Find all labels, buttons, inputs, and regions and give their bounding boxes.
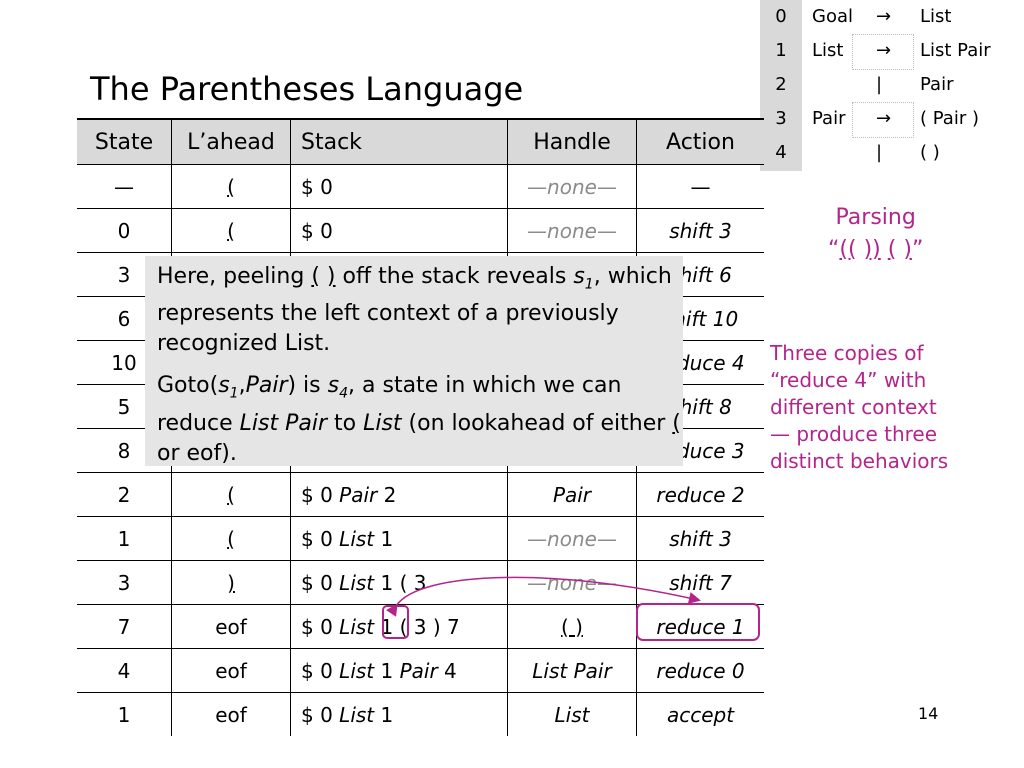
grammar-arrow: → (876, 6, 892, 27)
cell-handle: List (507, 692, 637, 736)
parsing-note: Parsing “(( )) ( )” (828, 202, 923, 266)
note-line: Three copies of (770, 341, 924, 365)
cell-stack: $ 0 List 1 ( 3 ) 7 (290, 604, 508, 649)
grammar-rule-number: 4 (760, 136, 802, 170)
note-line: — produce three (770, 422, 938, 446)
grammar-rhs: ( Pair ) (920, 108, 979, 129)
grammar-arrow: → (876, 40, 892, 61)
cell-action: — (636, 164, 764, 209)
grammar-lhs: List (812, 40, 844, 61)
grammar-rhs: Pair (920, 74, 954, 95)
explanation-callout: Here, peeling ( ) off the stack reveals … (145, 256, 683, 466)
cell-state: 4 (77, 648, 172, 693)
cell-state: 3 (77, 560, 172, 605)
cell-stack: $ 0 List 1 Pair 4 (290, 648, 508, 693)
cell-state: 7 (77, 604, 172, 649)
cell-handle: —none— (507, 164, 637, 209)
grammar-lhs: Goal (812, 6, 853, 27)
cell-lahead: ( (171, 208, 291, 253)
cell-action: shift 7 (636, 560, 764, 605)
grammar-rule-number: 3 (760, 102, 802, 136)
cell-lahead: ( (171, 164, 291, 209)
cell-handle: List Pair (507, 648, 637, 693)
cell-state: 0 (77, 208, 172, 253)
col-header-stack: Stack (290, 118, 508, 165)
cell-state: — (77, 164, 172, 209)
cell-stack: $ 0 (290, 164, 508, 209)
table-row: 1 eof $ 0 List 1 List accept (77, 692, 764, 736)
cell-action: reduce 0 (636, 648, 764, 693)
cell-lahead: eof (171, 692, 291, 736)
cell-lahead: ) (171, 560, 291, 605)
col-header-handle: Handle (507, 118, 637, 165)
cell-handle: Pair (507, 472, 637, 517)
page-number: 14 (918, 704, 939, 723)
cell-stack: $ 0 List 1 (290, 692, 508, 736)
grammar-rhs: ( ) (920, 142, 940, 163)
grammar-rhs: List Pair (920, 40, 991, 61)
note-line: distinct behaviors (770, 449, 949, 473)
grammar-arrow: | (876, 142, 883, 163)
parsing-label: Parsing (835, 205, 916, 230)
cell-handle: —none— (507, 560, 637, 605)
col-header-state: State (77, 118, 172, 165)
grammar-arrow: | (876, 74, 883, 95)
grammar-lhs: Pair (812, 108, 846, 129)
cell-action: accept (636, 692, 764, 736)
cell-stack: $ 0 (290, 208, 508, 253)
cell-state: 1 (77, 516, 172, 561)
cell-handle: —none— (507, 208, 637, 253)
cell-lahead: ( (171, 472, 291, 517)
callout-paragraph-1: Here, peeling ( ) off the stack reveals … (157, 264, 672, 357)
table-row: 7 eof $ 0 List 1 ( 3 ) 7( ) reduce 1 (77, 604, 764, 649)
grammar-arrow: → (876, 108, 892, 129)
parsing-input: “(( )) ( )” (828, 237, 924, 262)
col-header-action: Action (636, 118, 764, 165)
note-line: “reduce 4” with (770, 368, 927, 392)
cell-handle: ( ) (507, 604, 637, 649)
cell-stack: $ 0 List 1 ( 3 (290, 560, 508, 605)
grammar-rhs: List (920, 6, 952, 27)
table-row: 1($ 0 List 1 —none— shift 3 (77, 516, 764, 561)
cell-stack: $ 0 Pair 2 (290, 472, 508, 517)
cell-stack: $ 0 List 1 (290, 516, 508, 561)
cell-action: reduce 2 (636, 472, 764, 517)
cell-lahead: eof (171, 648, 291, 693)
slide-title: The Parentheses Language (90, 70, 524, 108)
note-line: different context (770, 395, 937, 419)
cell-action: shift 3 (636, 208, 764, 253)
cell-lahead: ( (171, 516, 291, 561)
grammar-rule-number: 1 (760, 34, 802, 68)
cell-action: reduce 1 (636, 604, 764, 649)
cell-state: 2 (77, 472, 172, 517)
reduce-copies-note: Three copies of “reduce 4” with differen… (770, 340, 948, 475)
table-row: —($ 0 —none— — (77, 164, 764, 209)
table-row: 0($ 0 —none— shift 3 (77, 208, 764, 253)
cell-action: shift 3 (636, 516, 764, 561)
callout-paragraph-2: Goto(s1,Pair) is s4, a state in which we… (157, 373, 681, 466)
col-header-lookahead: L’ahead (171, 118, 291, 165)
table-row: 2($ 0 Pair 2 Pair reduce 2 (77, 472, 764, 517)
cell-state: 1 (77, 692, 172, 736)
cell-lahead: eof (171, 604, 291, 649)
grammar-rule-number: 2 (760, 68, 802, 102)
table-header-row: State L’ahead Stack Handle Action (77, 118, 764, 165)
cell-handle: —none— (507, 516, 637, 561)
grammar-rule-number: 0 (760, 0, 802, 34)
table-row: 4 eof $ 0 List 1 Pair 4 List Pair reduce 0 (77, 648, 764, 693)
table-row: 3) $ 0 List 1 ( 3 —none— shift 7 (77, 560, 764, 605)
